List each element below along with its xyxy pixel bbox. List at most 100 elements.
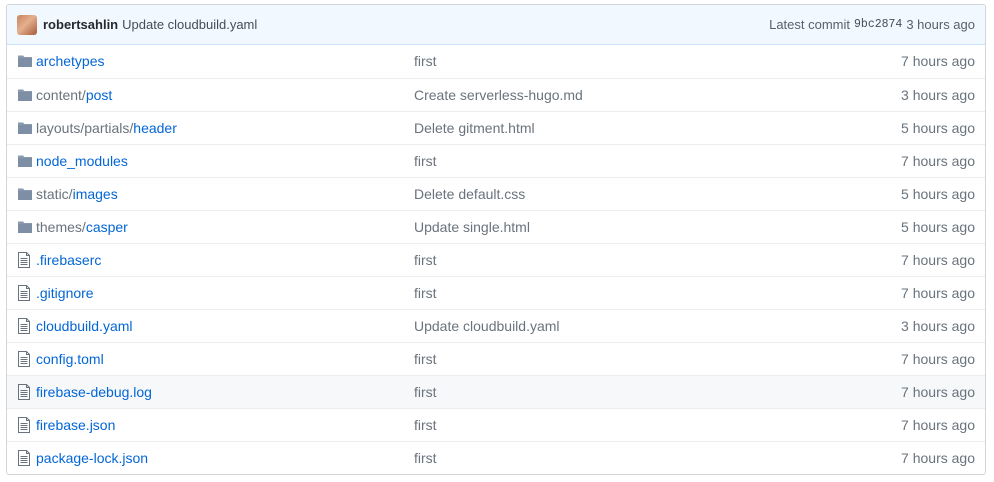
file-row[interactable]: package-lock.json first 7 hours ago — [7, 441, 985, 474]
file-age: 7 hours ago — [901, 284, 975, 301]
author-avatar[interactable] — [17, 14, 37, 35]
file-row[interactable]: themes/casper Update single.html 5 hours a… — [7, 210, 985, 243]
file-age: 5 hours ago — [901, 119, 975, 136]
commit-author-link[interactable]: robertsahlin — [43, 17, 118, 32]
file-age: 7 hours ago — [901, 449, 975, 466]
file-icon — [7, 243, 36, 276]
commit-message-cell: Delete gitment.html — [413, 111, 795, 144]
commit-sha-link[interactable]: 9bc2874 — [854, 18, 902, 31]
file-commit-message-link[interactable]: first — [414, 285, 437, 301]
file-age: 7 hours ago — [901, 350, 975, 367]
commit-message-link[interactable]: Update cloudbuild.yaml — [122, 17, 257, 32]
file-name-cell: config.toml — [36, 342, 413, 375]
file-icon — [7, 342, 36, 375]
file-path-prefix[interactable]: content/ — [36, 87, 86, 103]
file-name-link[interactable]: firebase-debug.log — [36, 384, 152, 400]
file-row[interactable]: .firebaserc first 7 hours ago — [7, 243, 985, 276]
latest-commit-bar: robertsahlin Update cloudbuild.yaml Late… — [7, 5, 985, 45]
file-name-cell: node_modules — [36, 144, 413, 177]
file-name-cell: themes/casper — [36, 210, 413, 243]
file-commit-message-link[interactable]: first — [414, 450, 437, 466]
file-age: 3 hours ago — [901, 317, 975, 334]
file-age: 3 hours ago — [901, 86, 975, 103]
folder-icon — [7, 111, 36, 144]
file-icon — [7, 441, 36, 474]
file-commit-message-link[interactable]: first — [414, 384, 437, 400]
file-name-cell: cloudbuild.yaml — [36, 309, 413, 342]
commit-age: 3 hours ago — [906, 17, 975, 32]
file-commit-message-link[interactable]: Create serverless-hugo.md — [414, 87, 583, 103]
commit-message-cell: first — [413, 243, 795, 276]
folder-icon — [7, 45, 36, 78]
file-commit-message-link[interactable]: first — [414, 417, 437, 433]
file-age: 5 hours ago — [901, 185, 975, 202]
file-name-link[interactable]: node_modules — [36, 153, 128, 169]
file-icon — [7, 375, 36, 408]
file-commit-message-link[interactable]: Update cloudbuild.yaml — [414, 318, 560, 334]
file-name-link[interactable]: .firebaserc — [36, 252, 101, 268]
files-table: archetypes first 7 hours ago content/post Cr… — [7, 45, 985, 474]
file-name-cell: .gitignore — [36, 276, 413, 309]
file-commit-message-link[interactable]: first — [414, 351, 437, 367]
file-path-prefix[interactable]: themes/ — [36, 219, 86, 235]
file-name-cell: firebase.json — [36, 408, 413, 441]
file-age: 7 hours ago — [901, 383, 975, 400]
commit-message-cell: Update cloudbuild.yaml — [413, 309, 795, 342]
commit-meta: Latest commit 9bc2874 3 hours ago — [769, 17, 975, 32]
file-row[interactable]: firebase-debug.log first 7 hours ago — [7, 375, 985, 408]
file-name-link[interactable]: archetypes — [36, 53, 104, 69]
commit-message-cell: first — [413, 408, 795, 441]
file-name-link[interactable]: firebase.json — [36, 417, 115, 433]
file-icon — [7, 408, 36, 441]
file-icon — [7, 276, 36, 309]
file-row[interactable]: content/post Create serverless-hugo.md 3 h… — [7, 78, 985, 111]
file-row[interactable]: node_modules first 7 hours ago — [7, 144, 985, 177]
commit-message-cell: Create serverless-hugo.md — [413, 78, 795, 111]
file-row[interactable]: config.toml first 7 hours ago — [7, 342, 985, 375]
file-name-cell: archetypes — [36, 45, 413, 78]
file-age: 7 hours ago — [901, 53, 975, 70]
file-name-link[interactable]: package-lock.json — [36, 450, 148, 466]
file-commit-message-link[interactable]: Update single.html — [414, 219, 530, 235]
file-row[interactable]: layouts/partials/header Delete gitment.ht… — [7, 111, 985, 144]
file-name-link[interactable]: images — [73, 186, 118, 202]
file-row[interactable]: archetypes first 7 hours ago — [7, 45, 985, 78]
file-commit-message-link[interactable]: Delete gitment.html — [414, 120, 535, 136]
folder-icon — [7, 177, 36, 210]
file-row[interactable]: cloudbuild.yaml Update cloudbuild.yaml 3 h… — [7, 309, 985, 342]
latest-commit-label: Latest commit — [769, 17, 851, 32]
file-name-link[interactable]: casper — [86, 219, 128, 235]
file-name-link[interactable]: post — [86, 87, 112, 103]
commit-message-cell: Delete default.css — [413, 177, 795, 210]
file-name-cell: package-lock.json — [36, 441, 413, 474]
file-name-cell: .firebaserc — [36, 243, 413, 276]
commit-message-cell: first — [413, 276, 795, 309]
file-name-cell: static/images — [36, 177, 413, 210]
file-commit-message-link[interactable]: first — [414, 153, 437, 169]
file-path-prefix[interactable]: static/ — [36, 186, 73, 202]
commit-message-cell: first — [413, 441, 795, 474]
file-commit-message-link[interactable]: Delete default.css — [414, 186, 525, 202]
file-commit-message-link[interactable]: first — [414, 252, 437, 268]
file-age: 7 hours ago — [901, 251, 975, 268]
folder-icon — [7, 210, 36, 243]
file-listing: robertsahlin Update cloudbuild.yaml Late… — [6, 4, 986, 475]
file-name-link[interactable]: .gitignore — [36, 285, 94, 301]
file-name-cell: layouts/partials/header — [36, 111, 413, 144]
file-name-cell: firebase-debug.log — [36, 375, 413, 408]
commit-message-cell: first — [413, 144, 795, 177]
file-row[interactable]: .gitignore first 7 hours ago — [7, 276, 985, 309]
file-name-link[interactable]: config.toml — [36, 351, 104, 367]
file-name-cell: content/post — [36, 78, 413, 111]
file-row[interactable]: static/images Delete default.css 5 hours a… — [7, 177, 985, 210]
file-row[interactable]: firebase.json first 7 hours ago — [7, 408, 985, 441]
commit-message-cell: first — [413, 45, 795, 78]
file-age: 7 hours ago — [901, 152, 975, 169]
file-name-link[interactable]: header — [133, 120, 177, 136]
file-name-link[interactable]: cloudbuild.yaml — [36, 318, 133, 334]
commit-message-cell: first — [413, 342, 795, 375]
file-path-prefix[interactable]: layouts/partials/ — [36, 120, 133, 136]
commit-message-cell: first — [413, 375, 795, 408]
folder-icon — [7, 78, 36, 111]
file-commit-message-link[interactable]: first — [414, 53, 437, 69]
